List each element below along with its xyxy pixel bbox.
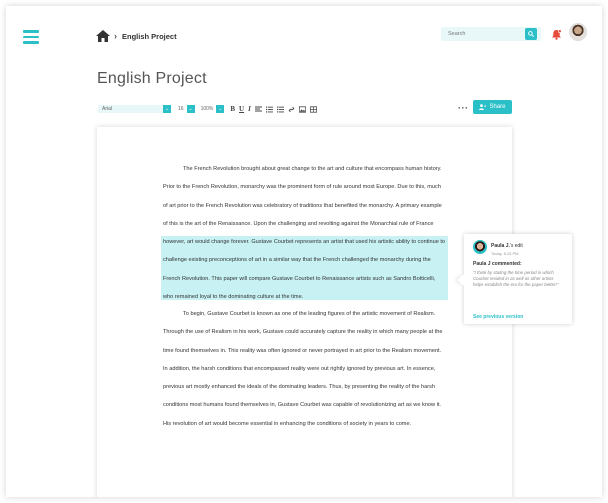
hamburger-menu-icon[interactable] bbox=[23, 30, 39, 44]
see-previous-version-link[interactable]: See previous version bbox=[473, 314, 523, 320]
chevron-right-icon: › bbox=[114, 30, 117, 41]
table-icon[interactable] bbox=[309, 105, 317, 113]
search-bar bbox=[441, 27, 541, 41]
breadcrumb-current[interactable]: English Project bbox=[122, 32, 177, 41]
bullet-list-icon[interactable] bbox=[276, 105, 284, 113]
comment-header: Paula J commented: bbox=[473, 261, 522, 267]
chevron-down-icon: ⌄ bbox=[186, 105, 195, 113]
font-size-select[interactable]: 16 ⌄ bbox=[178, 105, 195, 113]
format-toolbar: Arial ⌄ 16 ⌄ 100% ⌄ B U I bbox=[98, 104, 321, 114]
document-title[interactable]: English Project bbox=[97, 70, 207, 88]
underline-button[interactable]: U bbox=[239, 105, 244, 113]
notification-bell-icon[interactable] bbox=[551, 29, 562, 40]
italic-button[interactable]: I bbox=[248, 105, 251, 113]
font-family-select[interactable]: Arial ⌄ bbox=[98, 105, 171, 113]
font-family-value: Arial bbox=[102, 106, 113, 112]
document-page[interactable]: The French Revolution brought about grea… bbox=[97, 127, 512, 497]
home-icon[interactable] bbox=[96, 30, 110, 42]
share-button[interactable]: Share bbox=[473, 100, 512, 114]
chevron-down-icon: ⌄ bbox=[216, 105, 225, 113]
share-label: Share bbox=[489, 104, 506, 110]
bold-button[interactable]: B bbox=[230, 105, 235, 113]
commenter-avatar bbox=[473, 240, 487, 254]
more-options-icon[interactable]: ··· bbox=[458, 104, 469, 113]
zoom-select[interactable]: 100% ⌄ bbox=[201, 105, 225, 113]
breadcrumb: › English Project bbox=[96, 30, 177, 42]
add-user-icon bbox=[479, 104, 487, 110]
search-button[interactable] bbox=[525, 28, 537, 40]
comment-text: "I think by stating the time period in w… bbox=[473, 270, 559, 288]
comment-author: Paula J.'s edit bbox=[491, 243, 523, 249]
search-icon bbox=[528, 31, 534, 37]
comment-time: Today, 8:15 PM bbox=[491, 251, 519, 256]
chevron-down-icon: ⌄ bbox=[163, 105, 171, 113]
paragraph-2-text: To begin, Gustave Courbet is known as on… bbox=[163, 311, 443, 427]
paragraph-1-text: The French Revolution brought about grea… bbox=[163, 166, 442, 246]
image-icon[interactable] bbox=[298, 105, 306, 113]
search-input[interactable] bbox=[441, 31, 525, 37]
numbered-list-icon[interactable] bbox=[265, 106, 273, 113]
align-left-icon[interactable] bbox=[254, 106, 262, 113]
user-avatar[interactable] bbox=[569, 23, 587, 41]
paragraph-1[interactable]: The French Revolution brought about grea… bbox=[163, 160, 447, 306]
paragraph-2[interactable]: To begin, Gustave Courbet is known as on… bbox=[163, 305, 447, 433]
zoom-value: 100% bbox=[200, 106, 214, 112]
link-icon[interactable] bbox=[288, 106, 295, 113]
font-size-value: 16 bbox=[178, 106, 184, 112]
app-window: › English Project English Project Arial … bbox=[6, 6, 602, 497]
comment-card[interactable]: Paula J.'s edit Today, 8:15 PM Paula J c… bbox=[464, 234, 572, 324]
highlighted-text[interactable]: Gustave Courbet represents an artist tha… bbox=[163, 239, 445, 300]
